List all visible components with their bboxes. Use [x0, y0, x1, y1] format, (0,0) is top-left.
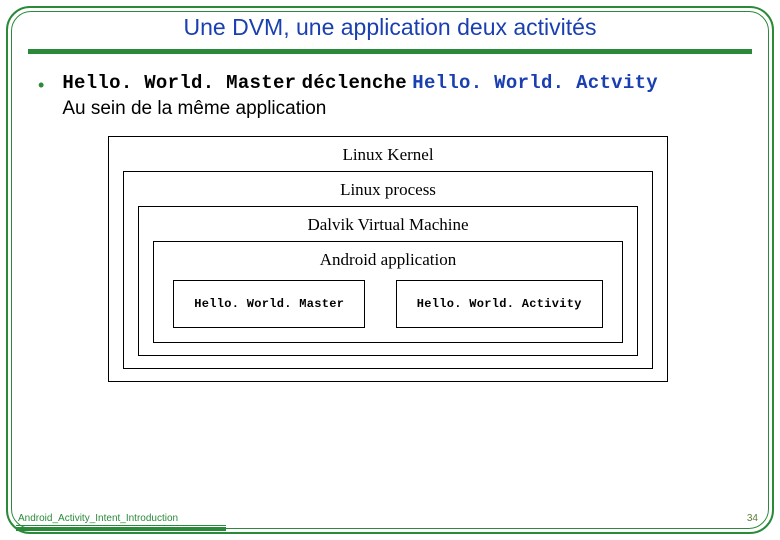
slide-inner-border — [11, 11, 769, 529]
page-number: 34 — [747, 513, 758, 524]
slide-outer-border — [6, 6, 774, 534]
footer-path: Android_Activity_Intent_Introduction — [18, 513, 178, 524]
footer-accent-bar — [16, 527, 226, 531]
